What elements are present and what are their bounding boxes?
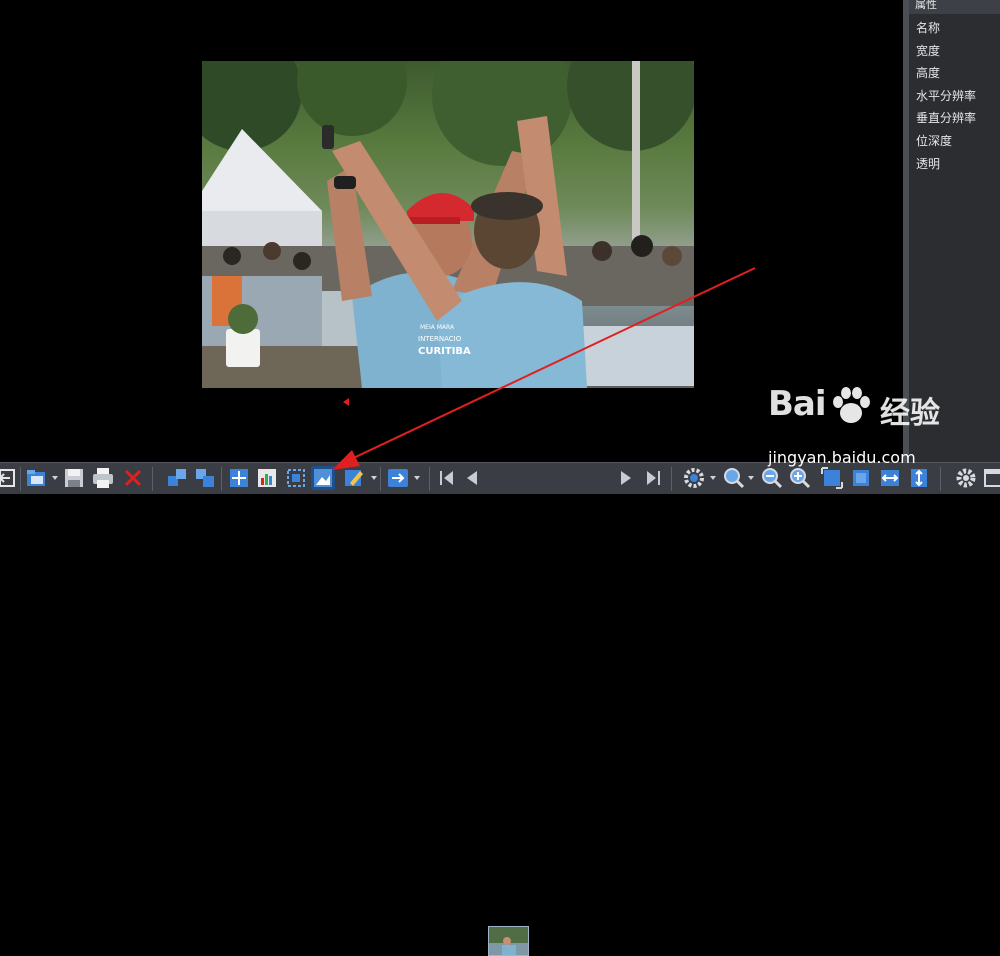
displayed-photo[interactable]: MEIA MARA INTERNACIO CURITIBA bbox=[202, 61, 694, 388]
prop-transparency[interactable]: 透明 bbox=[909, 153, 1000, 176]
first-icon[interactable] bbox=[435, 466, 459, 490]
zoom-in-icon[interactable] bbox=[788, 466, 812, 490]
shirt-text-line2: INTERNACIO bbox=[418, 335, 462, 343]
select-icon[interactable] bbox=[284, 466, 308, 490]
small-red-marker bbox=[343, 398, 349, 406]
prop-name[interactable]: 名称 bbox=[909, 17, 1000, 40]
fit-icon[interactable] bbox=[820, 466, 844, 490]
image-viewer-canvas[interactable]: MEIA MARA INTERNACIO CURITIBA bbox=[0, 0, 903, 462]
fit-height-icon[interactable] bbox=[907, 466, 931, 490]
prop-v-resolution[interactable]: 垂直分辨率 bbox=[909, 107, 1000, 130]
next-icon[interactable] bbox=[614, 466, 638, 490]
shirt-text-line1: MEIA MARA bbox=[420, 324, 455, 331]
exit-icon[interactable] bbox=[0, 466, 20, 490]
current-thumbnail[interactable] bbox=[488, 926, 529, 956]
prop-bit-depth[interactable]: 位深度 bbox=[909, 130, 1000, 153]
edit-icon[interactable] bbox=[342, 466, 366, 490]
panel-header: 属性 bbox=[909, 0, 1000, 14]
prop-height[interactable]: 高度 bbox=[909, 62, 1000, 85]
prop-h-resolution[interactable]: 水平分辨率 bbox=[909, 85, 1000, 108]
properties-panel: 属性 名称 宽度 高度 水平分辨率 垂直分辨率 位深度 透明 bbox=[909, 0, 1000, 462]
open-folder-icon[interactable] bbox=[25, 466, 49, 490]
delete-icon[interactable] bbox=[121, 466, 145, 490]
last-icon[interactable] bbox=[641, 466, 665, 490]
fullscreen-icon[interactable] bbox=[982, 466, 1000, 490]
bottom-toolbar bbox=[0, 462, 1000, 956]
adjust-icon[interactable] bbox=[311, 466, 335, 490]
prev-icon[interactable] bbox=[460, 466, 484, 490]
zoom-out-icon[interactable] bbox=[760, 466, 784, 490]
settings-icon[interactable] bbox=[682, 466, 706, 490]
fit-width-icon[interactable] bbox=[878, 466, 902, 490]
actual-size-icon[interactable] bbox=[849, 466, 873, 490]
shirt-text-line3: CURITIBA bbox=[418, 346, 471, 357]
paste-icon[interactable] bbox=[193, 466, 217, 490]
send-icon[interactable] bbox=[386, 466, 410, 490]
copy-icon[interactable] bbox=[166, 466, 190, 490]
color-icon[interactable] bbox=[255, 466, 279, 490]
zoom-icon[interactable] bbox=[722, 466, 746, 490]
prop-width[interactable]: 宽度 bbox=[909, 40, 1000, 63]
crop-icon[interactable] bbox=[227, 466, 251, 490]
save-icon[interactable] bbox=[62, 466, 86, 490]
print-icon[interactable] bbox=[91, 466, 115, 490]
gear-icon[interactable] bbox=[954, 466, 978, 490]
